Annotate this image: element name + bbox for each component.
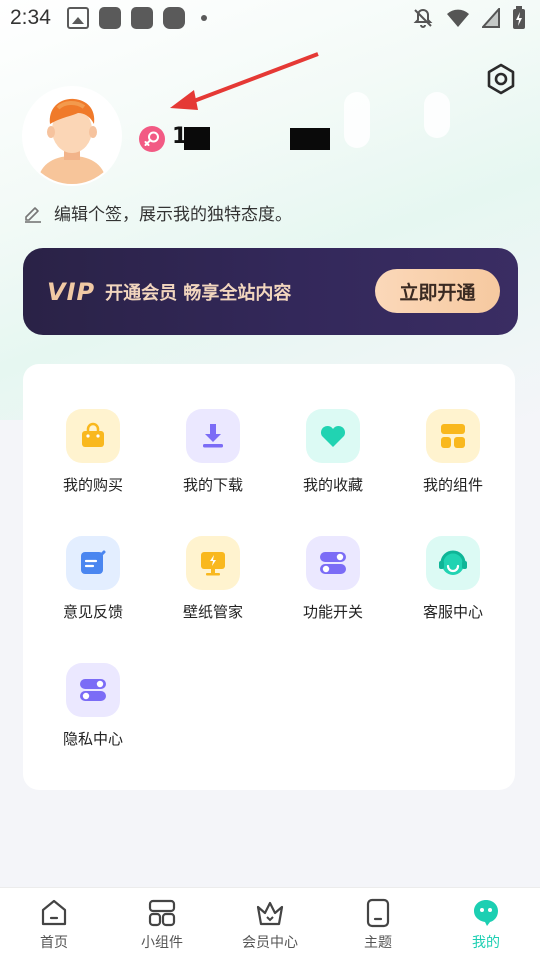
grid-item-feature-switches[interactable]: 功能开关 xyxy=(273,536,393,636)
nav-label: 首页 xyxy=(40,935,68,951)
app-notification-icon xyxy=(162,7,185,29)
redacted-block xyxy=(290,128,330,150)
decorative-shape xyxy=(424,92,450,138)
status-bar: 2:34 xyxy=(0,0,540,36)
grid-label: 客服中心 xyxy=(422,603,483,621)
edit-pen-icon xyxy=(25,206,41,223)
app-notification-icon xyxy=(130,7,153,29)
mute-bell-icon xyxy=(413,8,433,28)
app-notification-icon xyxy=(98,7,121,29)
nav-label: 小组件 xyxy=(141,935,183,951)
nav-item-me[interactable]: 我的 xyxy=(432,888,540,960)
battery-charging-icon xyxy=(513,6,525,29)
decorative-shape xyxy=(344,92,370,148)
bottom-nav: 首页 小组件 会员中心 主题 我的 xyxy=(0,887,540,960)
home-icon xyxy=(41,899,67,926)
more-notifications-icon xyxy=(200,15,207,21)
grid-label: 我的下载 xyxy=(182,476,243,494)
redacted-block xyxy=(184,127,210,150)
widget-icon xyxy=(441,424,465,448)
me-icon xyxy=(474,900,498,926)
grid-item-my-purchases[interactable]: 我的购买 xyxy=(33,409,153,509)
avatar-illustration-icon xyxy=(24,88,120,184)
toggle-icon xyxy=(320,552,346,574)
signal-icon xyxy=(482,8,500,28)
grid-item-privacy-center[interactable]: 隐私中心 xyxy=(33,663,153,763)
annotation-arrow-icon xyxy=(170,52,319,110)
grid-item-my-favorites[interactable]: 我的收藏 xyxy=(273,409,393,509)
nav-label: 会员中心 xyxy=(242,935,298,951)
wallpaper-icon xyxy=(201,552,225,576)
grid-label: 我的购买 xyxy=(62,476,123,494)
settings-icon[interactable] xyxy=(484,62,518,96)
headset-icon xyxy=(439,550,467,575)
nav-item-vip-center[interactable]: 会员中心 xyxy=(216,888,324,960)
grid-label: 功能开关 xyxy=(302,603,363,621)
feature-grid: 我的购买 我的下载 我的收藏 我的组件 意见反馈 壁纸管家 功能开关 客服中心 … xyxy=(23,364,515,790)
widgets-icon xyxy=(148,899,176,927)
photo-notification-icon xyxy=(66,7,89,29)
nav-item-themes[interactable]: 主题 xyxy=(324,888,432,960)
privacy-toggle-icon xyxy=(80,679,106,701)
shopping-bag-icon xyxy=(82,422,104,447)
nav-item-widgets[interactable]: 小组件 xyxy=(108,888,216,960)
grid-label: 我的组件 xyxy=(422,476,483,494)
nav-label: 我的 xyxy=(472,935,500,951)
heart-icon xyxy=(320,425,346,447)
feedback-icon xyxy=(81,550,106,574)
grid-item-my-downloads[interactable]: 我的下载 xyxy=(153,409,273,509)
vip-banner[interactable]: VIP 开通会员 畅享全站内容 立即开通 xyxy=(23,248,518,335)
vip-logo: VIP xyxy=(47,277,96,306)
download-icon xyxy=(203,424,223,448)
grid-item-feedback[interactable]: 意见反馈 xyxy=(33,536,153,636)
nav-label: 主题 xyxy=(364,935,392,951)
grid-label: 意见反馈 xyxy=(62,603,123,621)
vip-text: 开通会员 畅享全站内容 xyxy=(105,282,292,304)
bio-edit[interactable]: 编辑个签，展示我的独特态度。 xyxy=(22,200,292,225)
avatar[interactable] xyxy=(24,88,120,184)
grid-label: 壁纸管家 xyxy=(182,603,243,621)
grid-item-customer-service[interactable]: 客服中心 xyxy=(393,536,513,636)
crown-icon xyxy=(256,901,284,926)
bio-text: 编辑个签，展示我的独特态度。 xyxy=(54,205,292,225)
female-gender-icon xyxy=(139,126,165,152)
nav-item-home[interactable]: 首页 xyxy=(0,888,108,960)
theme-icon xyxy=(366,898,390,928)
status-time: 2:34 xyxy=(10,6,51,29)
wifi-icon xyxy=(447,9,469,27)
open-vip-button[interactable]: 立即开通 xyxy=(375,269,500,313)
grid-label: 我的收藏 xyxy=(302,476,363,494)
grid-item-wallpaper-manager[interactable]: 壁纸管家 xyxy=(153,536,273,636)
grid-label: 隐私中心 xyxy=(62,730,123,748)
grid-item-my-widgets[interactable]: 我的组件 xyxy=(393,409,513,509)
